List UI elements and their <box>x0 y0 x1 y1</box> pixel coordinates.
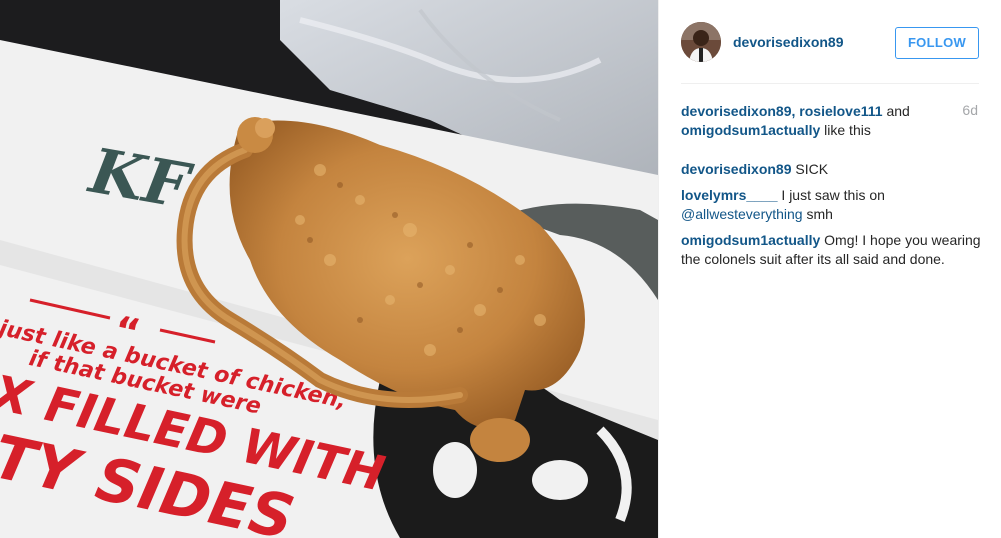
comment-mention[interactable]: @allwesteverything <box>681 206 803 222</box>
comment: devorisedixon89 SICK <box>681 160 981 179</box>
post-header: devorisedixon89 FOLLOW <box>681 20 979 84</box>
follow-button[interactable]: FOLLOW <box>895 27 979 59</box>
like-user-2[interactable]: rosielove111 <box>799 103 882 119</box>
likes-summary: devorisedixon89, rosielove111 and omigod… <box>681 102 951 140</box>
post-photo[interactable]: KF “ just like a bucket of chicken, if t… <box>0 0 658 538</box>
post-age[interactable]: 6d <box>962 102 978 118</box>
comment-text: smh <box>806 206 833 222</box>
comment-username[interactable]: omigodsum1actually <box>681 232 820 248</box>
comment-text: I just saw this on <box>781 187 885 203</box>
comments-list: devorisedixon89 SICK lovelymrs____ I jus… <box>681 160 981 276</box>
comment-username[interactable]: lovelymrs____ <box>681 187 778 203</box>
avatar[interactable] <box>681 22 721 62</box>
likes-and: and <box>886 103 910 119</box>
like-user-3[interactable]: omigodsum1actually <box>681 122 820 138</box>
comment: lovelymrs____ I just saw this on @allwes… <box>681 186 981 224</box>
like-user-1[interactable]: devorisedixon89, <box>681 103 795 119</box>
comment-text: SICK <box>795 161 829 177</box>
comment: omigodsum1actually Omg! I hope you weari… <box>681 231 981 269</box>
comment-username[interactable]: devorisedixon89 <box>681 161 792 177</box>
likes-suffix: like this <box>824 122 871 138</box>
post-sidebar: devorisedixon89 FOLLOW devorisedixon89, … <box>658 0 1001 538</box>
post-author-username[interactable]: devorisedixon89 <box>733 34 844 50</box>
